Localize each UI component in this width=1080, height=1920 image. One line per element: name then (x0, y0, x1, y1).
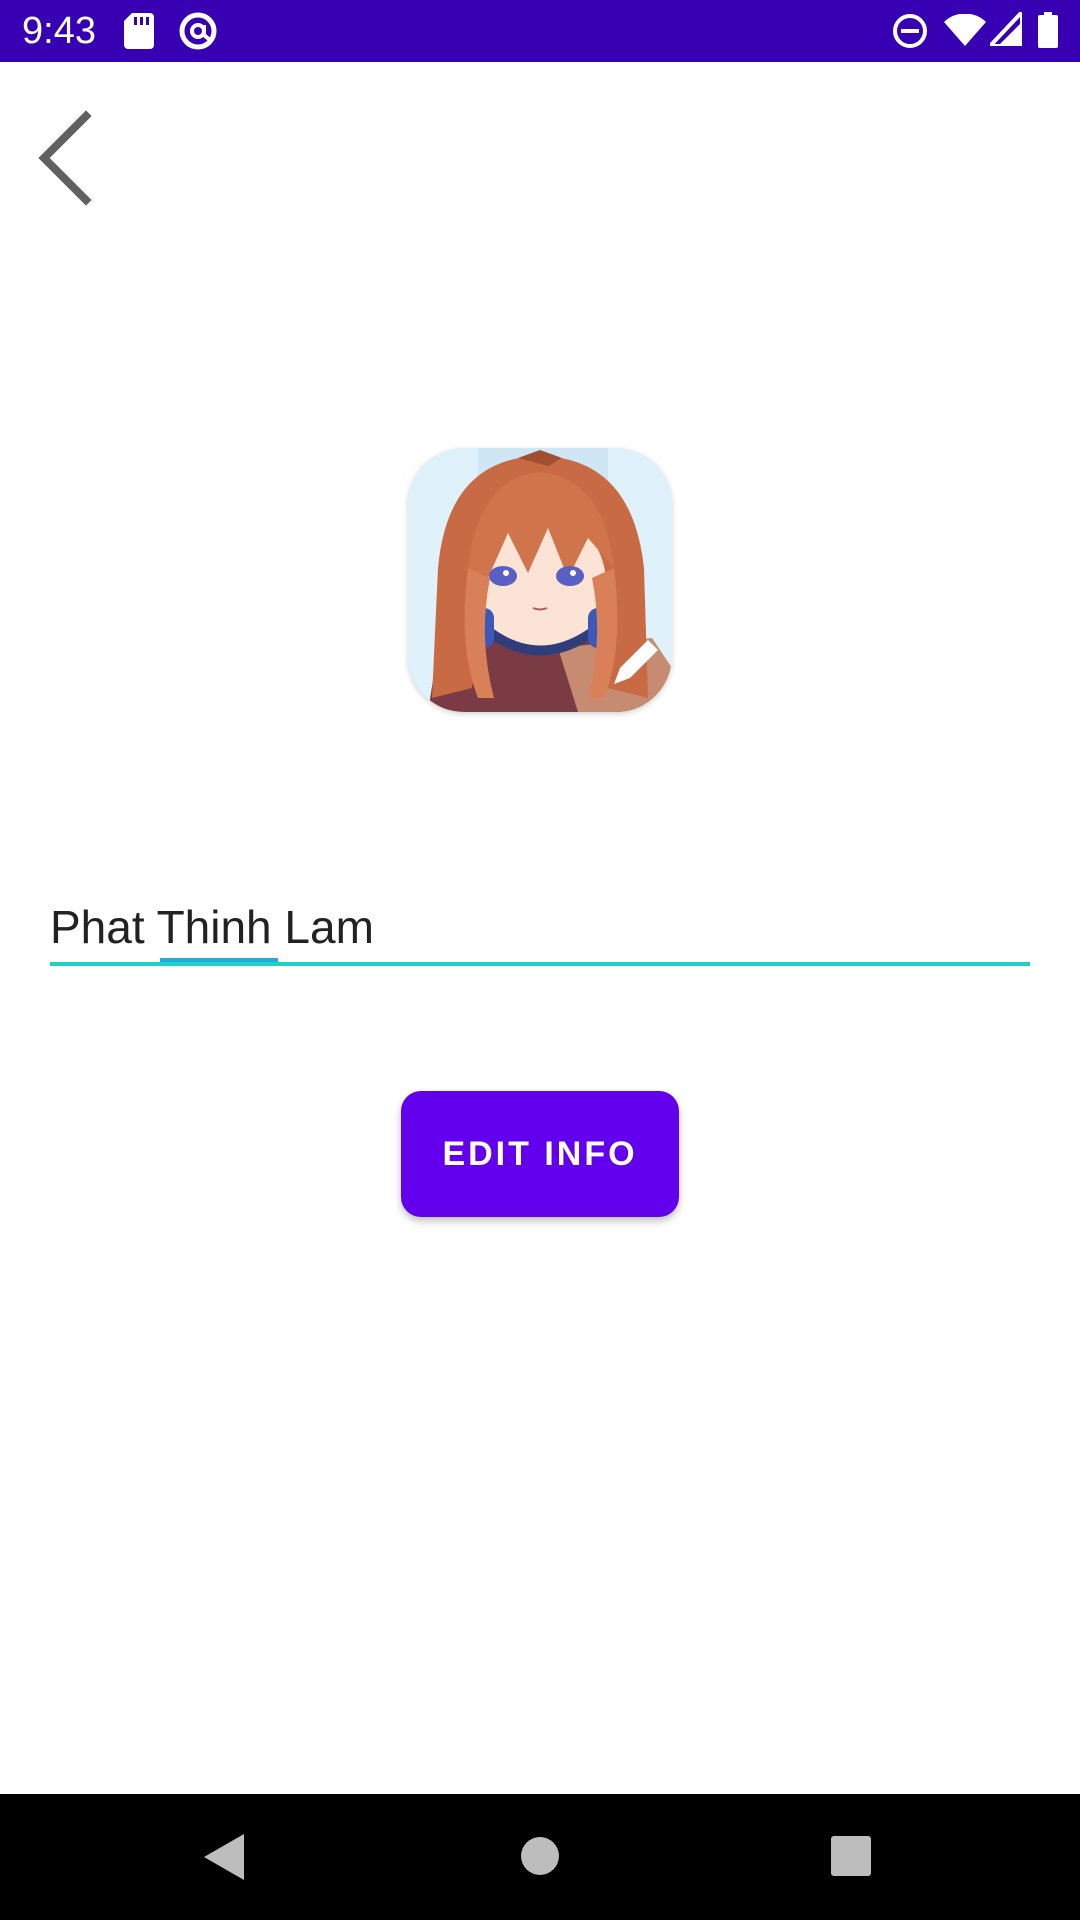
spellcheck-underline (160, 958, 278, 962)
edit-info-button[interactable]: EDIT INFO (401, 1091, 679, 1217)
back-button[interactable] (24, 102, 114, 212)
at-sign-icon (178, 11, 218, 56)
battery-icon (1038, 12, 1058, 53)
chevron-left-icon (38, 110, 92, 206)
sd-card-icon (124, 13, 154, 54)
home-circle-icon (521, 1837, 559, 1875)
wifi-icon (944, 13, 986, 51)
system-nav-bar (0, 1794, 1080, 1920)
status-time: 9:43 (22, 10, 96, 52)
nav-back-button[interactable] (204, 1834, 244, 1885)
nav-home-button[interactable] (520, 1836, 560, 1881)
cell-signal-icon (985, 6, 1024, 51)
recents-square-icon (831, 1836, 871, 1876)
edit-profile-screen: Phat Thinh Lam EDIT INFO (0, 62, 1080, 1794)
avatar-image (408, 448, 672, 712)
name-input[interactable]: Phat Thinh Lam (50, 892, 1030, 962)
back-triangle-icon (204, 1834, 244, 1880)
avatar[interactable] (408, 448, 672, 712)
status-bar: 9:43 (0, 0, 1080, 62)
name-field[interactable]: Phat Thinh Lam (50, 892, 1030, 966)
do-not-disturb-icon (892, 13, 928, 54)
nav-recents-button[interactable] (831, 1836, 871, 1881)
